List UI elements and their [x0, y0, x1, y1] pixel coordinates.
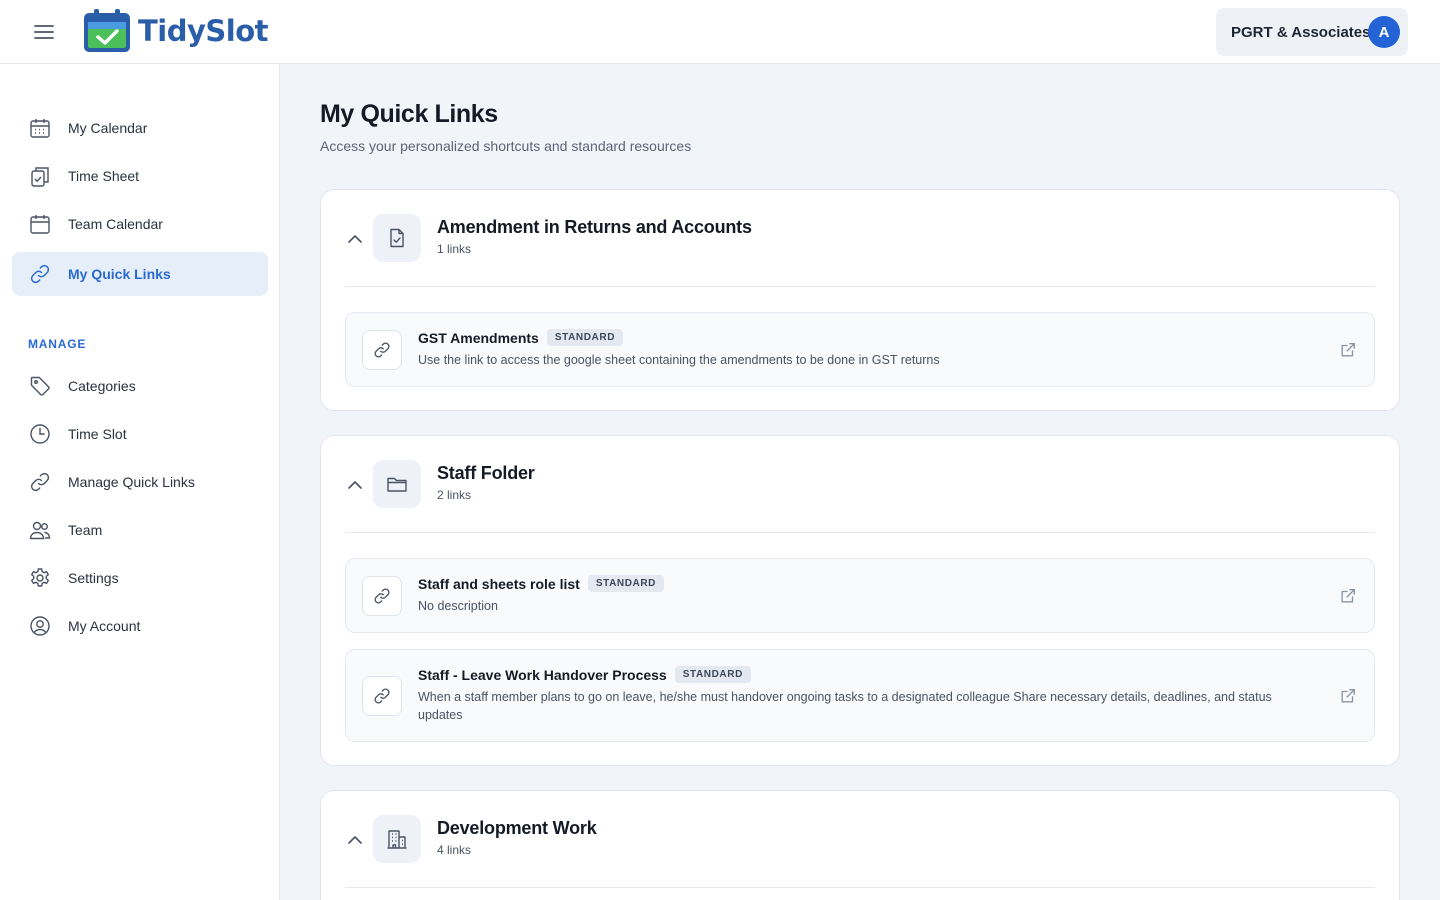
- sidebar-item-label: My Quick Links: [68, 266, 171, 282]
- category-card: Development Work 4 links: [320, 790, 1400, 900]
- sidebar-item-label: Team: [68, 522, 103, 538]
- chevron-up-icon[interactable]: [345, 830, 365, 850]
- menu-icon[interactable]: [28, 20, 60, 44]
- link-icon: [28, 470, 52, 494]
- category-card: Amendment in Returns and Accounts 1 link…: [320, 189, 1400, 411]
- sidebar-item-label: My Account: [68, 618, 141, 634]
- sidebar: My Calendar Time Sheet Team Calendar My …: [0, 64, 280, 900]
- calendar-icon: [28, 212, 52, 236]
- external-link-icon[interactable]: [1338, 586, 1358, 606]
- sidebar-item-label: Settings: [68, 570, 119, 586]
- divider: [345, 532, 1375, 533]
- link-icon: [28, 262, 52, 286]
- document-check-icon: [373, 214, 421, 262]
- sidebar-item-manage-quick-links[interactable]: Manage Quick Links: [12, 460, 268, 504]
- external-link-icon[interactable]: [1338, 686, 1358, 706]
- organization-switcher[interactable]: PGRT & Associates A: [1216, 8, 1408, 56]
- users-icon: [28, 518, 52, 542]
- app-name: TidySlot: [138, 14, 269, 48]
- sidebar-item-my-calendar[interactable]: My Calendar: [12, 106, 268, 150]
- sidebar-item-settings[interactable]: Settings: [12, 556, 268, 600]
- link-title[interactable]: Staff and sheets role list: [418, 576, 580, 592]
- quick-link-item[interactable]: Staff - Leave Work Handover Process STAN…: [345, 649, 1375, 742]
- link-title-line: GST Amendments STANDARD: [418, 329, 624, 346]
- page-subtitle: Access your personalized shortcuts and s…: [320, 138, 692, 154]
- category-link-count: 4 links: [437, 843, 472, 857]
- category-title: Amendment in Returns and Accounts: [437, 217, 752, 237]
- sidebar-item-team-calendar[interactable]: Team Calendar: [12, 202, 268, 246]
- logo-calendar-icon: [84, 9, 130, 52]
- sidebar-item-label: Time Slot: [68, 426, 127, 442]
- category-header[interactable]: Amendment in Returns and Accounts 1 link…: [321, 190, 1399, 287]
- chevron-up-icon[interactable]: [345, 475, 365, 495]
- link-title-line: Staff and sheets role list STANDARD: [418, 575, 664, 592]
- top-bar: TidySlot PGRT & Associates A: [0, 0, 1440, 64]
- category-header[interactable]: Development Work 4 links: [321, 791, 1399, 888]
- link-title-line: Staff - Leave Work Handover Process STAN…: [418, 666, 751, 683]
- clipboard-check-icon: [28, 164, 52, 188]
- sidebar-item-team[interactable]: Team: [12, 508, 268, 552]
- link-description: No description: [418, 599, 498, 613]
- standard-badge: STANDARD: [587, 575, 664, 592]
- standard-badge: STANDARD: [546, 329, 624, 346]
- building-icon: [373, 815, 421, 863]
- tag-icon: [28, 374, 52, 398]
- link-title[interactable]: GST Amendments: [418, 330, 539, 346]
- link-icon: [362, 330, 402, 370]
- link-title[interactable]: Staff - Leave Work Handover Process: [418, 667, 667, 683]
- divider: [345, 887, 1375, 888]
- external-link-icon[interactable]: [1338, 340, 1358, 360]
- category-header[interactable]: Staff Folder 2 links: [321, 436, 1399, 533]
- sidebar-item-label: Manage Quick Links: [68, 474, 195, 490]
- sidebar-item-time-slot[interactable]: Time Slot: [12, 412, 268, 456]
- clock-icon: [28, 422, 52, 446]
- gear-icon: [28, 566, 52, 590]
- sidebar-item-categories[interactable]: Categories: [12, 364, 268, 408]
- user-circle-icon: [28, 614, 52, 638]
- chevron-up-icon[interactable]: [345, 229, 365, 249]
- calendar-grid-icon: [28, 116, 52, 140]
- quick-link-item[interactable]: Staff and sheets role list STANDARD No d…: [345, 558, 1375, 633]
- link-description: When a staff member plans to go on leave…: [418, 690, 1272, 722]
- sidebar-item-label: Categories: [68, 378, 136, 394]
- link-icon: [362, 576, 402, 616]
- sidebar-item-label: My Calendar: [68, 120, 148, 136]
- page-title: My Quick Links: [320, 100, 498, 128]
- category-title: Staff Folder: [437, 463, 535, 483]
- link-icon: [362, 676, 402, 716]
- sidebar-item-time-sheet[interactable]: Time Sheet: [12, 154, 268, 198]
- link-description: Use the link to access the google sheet …: [418, 353, 940, 367]
- sidebar-item-label: Team Calendar: [68, 216, 163, 232]
- quick-link-item[interactable]: GST Amendments STANDARD Use the link to …: [345, 312, 1375, 387]
- category-card: Staff Folder 2 links Staff and sheets ro…: [320, 435, 1400, 766]
- category-link-count: 2 links: [437, 488, 472, 502]
- category-link-count: 1 links: [437, 242, 472, 256]
- category-title: Development Work: [437, 818, 597, 838]
- manage-section-label: MANAGE: [28, 337, 87, 351]
- app-logo[interactable]: TidySlot: [82, 8, 269, 54]
- sidebar-item-my-quick-links[interactable]: My Quick Links: [12, 252, 268, 296]
- avatar[interactable]: A: [1368, 16, 1400, 48]
- standard-badge: STANDARD: [674, 666, 751, 683]
- sidebar-item-label: Time Sheet: [68, 168, 140, 184]
- organization-name: PGRT & Associates: [1231, 23, 1371, 41]
- folder-icon: [373, 460, 421, 508]
- divider: [345, 286, 1375, 287]
- sidebar-item-my-account[interactable]: My Account: [12, 604, 268, 648]
